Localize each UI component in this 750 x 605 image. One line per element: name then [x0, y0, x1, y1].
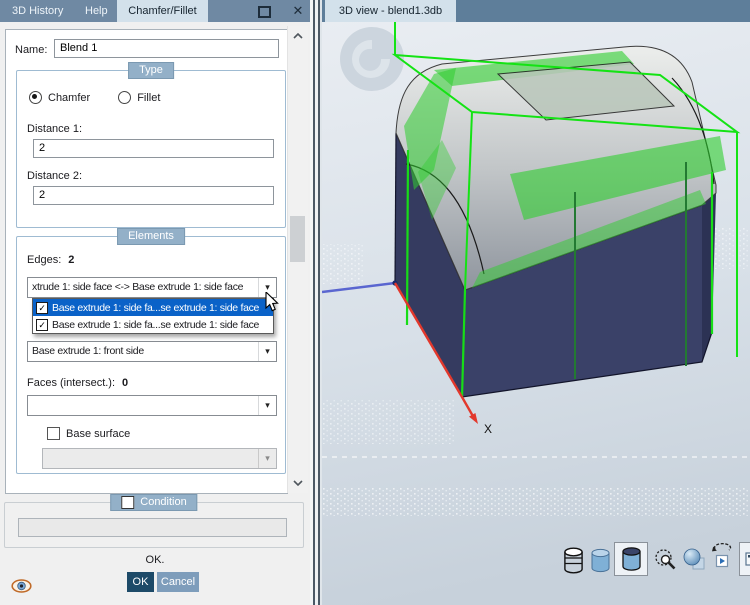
distance2-label: Distance 2:: [27, 170, 83, 182]
edge-dropdown-item-label: Base extrude 1: side fa...se extrude 1: …: [52, 318, 260, 331]
status-text: OK.: [145, 554, 165, 566]
tab-3d-view[interactable]: 3D view - blend1.3db: [325, 0, 456, 22]
edge-dropdown-item-label: Base extrude 1: side fa...se extrude 1: …: [52, 301, 260, 314]
edge-dropdown-item[interactable]: ✓ Base extrude 1: side fa...se extrude 1…: [33, 316, 273, 333]
faces-count: 0: [122, 377, 129, 389]
left-tab-bar: 3D History Help Chamfer/Fillet ✕: [0, 0, 310, 22]
mouse-cursor: [265, 290, 279, 316]
edges-label: Edges:: [27, 254, 62, 266]
tab-help[interactable]: Help: [85, 0, 108, 22]
chamfer-radio[interactable]: [29, 91, 42, 104]
scroll-down-icon[interactable]: [288, 475, 308, 491]
distance2-input[interactable]: [33, 186, 274, 205]
cancel-button[interactable]: Cancel: [157, 572, 199, 592]
tab-chamfer-fillet[interactable]: Chamfer/Fillet: [117, 0, 208, 22]
scrollbar-thumb[interactable]: [290, 216, 305, 262]
render-sphere-icon: [683, 548, 704, 570]
name-input[interactable]: [54, 39, 279, 58]
base-surface-checkbox[interactable]: [47, 427, 60, 440]
scroll-up-icon[interactable]: [288, 28, 308, 44]
render-quality-button[interactable]: [681, 546, 707, 574]
application-window: 3D History Help Chamfer/Fillet ✕ Name: T…: [0, 0, 750, 605]
chevron-down-icon: ▾: [258, 449, 276, 468]
edges-count-row: Edges: 2: [27, 254, 74, 266]
3d-view-panel: 3D view - blend1.3db X: [322, 0, 750, 605]
type-group-title: Type: [128, 62, 174, 79]
type-radio-row: Chamfer Fillet: [29, 91, 160, 104]
x-axis-label: X: [484, 422, 492, 436]
condition-group-title: Condition: [110, 494, 198, 511]
wireframe-view-button[interactable]: [560, 546, 586, 574]
condition-label: Condition: [140, 496, 187, 508]
elements-group-title: Elements: [117, 228, 185, 245]
face-combobox-value: Base extrude 1: front side: [32, 345, 144, 357]
3d-viewport[interactable]: X: [322, 22, 750, 605]
faces-count-row: Faces (intersect.): 0: [27, 377, 128, 389]
chamfer-radio-label: Chamfer: [48, 91, 91, 104]
edge-combobox-value: xtrude 1: side face <-> Base extrude 1: …: [32, 281, 244, 293]
elements-group: Elements Edges: 2 xtrude 1: side face <->…: [16, 228, 286, 474]
magnifier-icon: [654, 549, 675, 570]
chevron-down-icon[interactable]: ▾: [258, 396, 276, 415]
rotation-animation-button[interactable]: [709, 541, 735, 569]
tab-3d-history[interactable]: 3D History: [12, 0, 63, 22]
fillet-radio-label: Fillet: [137, 91, 161, 104]
condition-input: [18, 518, 287, 537]
view-settings-icon: [745, 552, 750, 566]
dialog-scrollbar[interactable]: [287, 26, 308, 493]
shaded-cylinder-icon: [591, 548, 609, 572]
edge-dropdown-item[interactable]: ✓ Base extrude 1: side fa...se extrude 1…: [33, 299, 273, 316]
close-icon[interactable]: ✕: [289, 2, 307, 20]
edges-count: 2: [68, 254, 75, 266]
panel-splitter[interactable]: [310, 0, 322, 605]
shaded-edges-view-button[interactable]: [614, 542, 648, 576]
fillet-radio[interactable]: [118, 91, 132, 104]
checked-checkbox-icon[interactable]: ✓: [36, 301, 48, 314]
faces-label: Faces (intersect.):: [27, 377, 116, 389]
3d-scene: X: [322, 22, 750, 605]
ok-button[interactable]: OK: [127, 572, 154, 592]
shaded-view-button[interactable]: [587, 546, 613, 574]
chamfer-fillet-panel: 3D History Help Chamfer/Fillet ✕ Name: T…: [0, 0, 310, 605]
edge-combobox[interactable]: xtrude 1: side face <-> Base extrude 1: …: [27, 277, 277, 298]
chevron-down-icon[interactable]: ▾: [258, 342, 276, 361]
base-surface-row: Base surface: [47, 427, 130, 440]
condition-group: Condition: [4, 494, 304, 548]
right-tab-bar: 3D view - blend1.3db: [322, 0, 750, 22]
edge-dropdown-list: ✓ Base extrude 1: side fa...se extrude 1…: [32, 298, 274, 334]
shaded-edges-cylinder-icon: [621, 547, 641, 571]
base-surface-combobox: ▾: [42, 448, 277, 469]
checked-checkbox-icon[interactable]: ✓: [36, 318, 48, 331]
maximize-icon[interactable]: [258, 6, 271, 18]
view-settings-button[interactable]: [739, 542, 750, 576]
condition-checkbox[interactable]: [121, 496, 135, 509]
dialog-scroll-area: Name: Type Chamfer Fillet Distance 1: Di…: [5, 29, 288, 494]
base-surface-combobox-value: [43, 449, 258, 468]
name-label: Name:: [15, 44, 48, 56]
faces-combobox-value: [28, 396, 258, 415]
eye-icon[interactable]: [11, 578, 32, 597]
rotate-arrow-icon: [712, 543, 732, 568]
faces-combobox[interactable]: ▾: [27, 395, 277, 416]
zoom-button[interactable]: [652, 546, 678, 574]
distance1-input[interactable]: [33, 139, 274, 158]
face-combobox[interactable]: Base extrude 1: front side ▾: [27, 341, 277, 362]
type-group: Type Chamfer Fillet Distance 1: Distance…: [16, 62, 286, 228]
base-surface-label: Base surface: [66, 427, 131, 440]
distance1-label: Distance 1:: [27, 123, 83, 135]
wireframe-cylinder-icon: [563, 547, 583, 573]
